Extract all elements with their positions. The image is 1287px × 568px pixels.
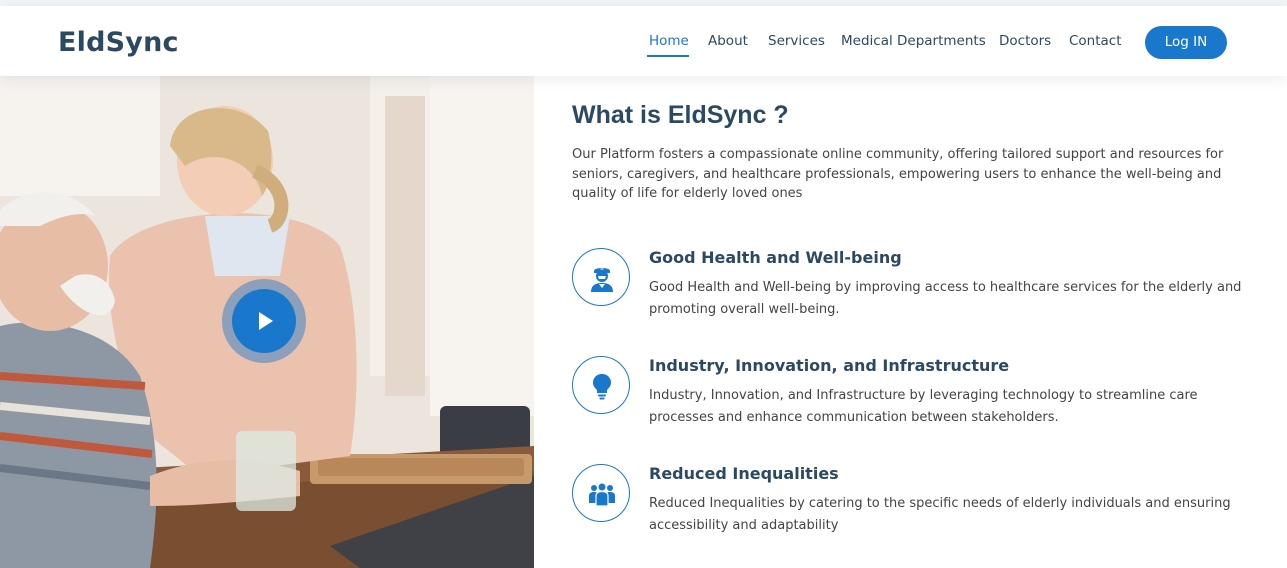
people-icon [589, 483, 615, 507]
nav-about[interactable]: About [708, 33, 748, 49]
nav-contact[interactable]: Contact [1069, 33, 1122, 49]
hero-photo [0, 76, 534, 568]
nav-services[interactable]: Services [768, 33, 825, 49]
video-play-button[interactable] [222, 279, 306, 363]
feature-title: Industry, Innovation, and Infrastructure [649, 356, 1010, 375]
feature-title: Reduced Inequalities [649, 464, 839, 483]
nav-active-underline [647, 55, 689, 57]
site-header: EldSync Home About Services Medical Depa… [0, 6, 1287, 76]
feature-innovation: Industry, Innovation, and Infrastructure… [572, 356, 1262, 446]
feature-description: Reduced Inequalities by catering to the … [649, 496, 1231, 533]
section-title: What is EldSync ? [572, 101, 789, 129]
lightbulb-icon [593, 374, 611, 400]
nav-home[interactable]: Home [649, 33, 689, 49]
doctor-icon [591, 268, 613, 292]
section-intro: Our Platform fosters a compassionate onl… [572, 147, 1224, 201]
feature-description: Good Health and Well-being by improving … [649, 280, 1242, 317]
login-button[interactable]: Log IN [1145, 26, 1227, 59]
nav-doctors[interactable]: Doctors [999, 33, 1051, 49]
feature-title: Good Health and Well-being [649, 248, 902, 267]
feature-inequalities: Reduced Inequalities Reduced Inequalitie… [572, 464, 1262, 554]
play-button-core [232, 289, 296, 353]
nav-medical-departments[interactable]: Medical Departments [841, 33, 986, 49]
feature-description: Industry, Innovation, and Infrastructure… [649, 388, 1198, 425]
feature-icon-circle [572, 248, 630, 306]
feature-icon-circle [572, 356, 630, 414]
play-icon [259, 312, 273, 330]
main-nav: Home About Services Medical Departments … [0, 33, 1287, 57]
feature-health: Good Health and Well-being Good Health a… [572, 248, 1262, 338]
feature-icon-circle [572, 464, 630, 522]
